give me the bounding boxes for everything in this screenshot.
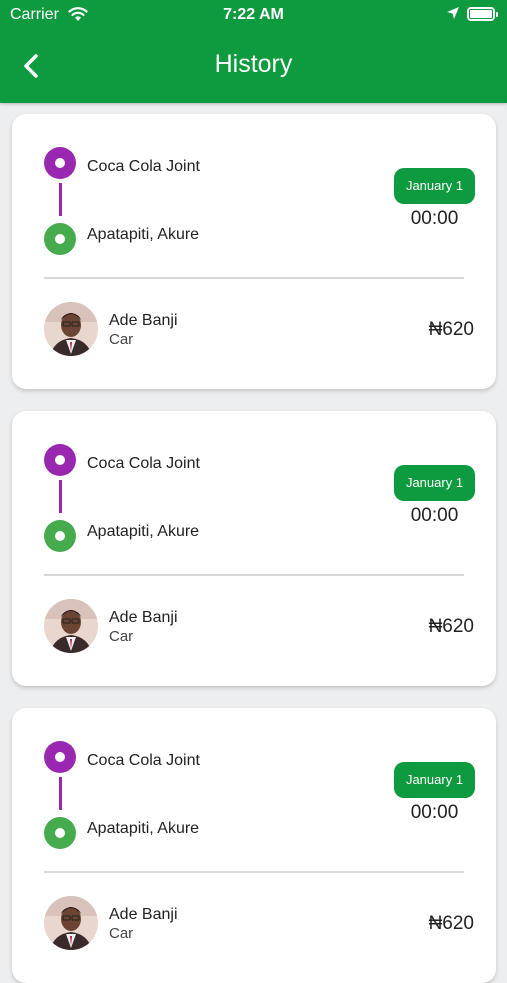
avatar bbox=[44, 896, 98, 950]
avatar bbox=[44, 302, 98, 356]
trip-price: ₦620 bbox=[428, 913, 474, 934]
dropoff-location: Apatapiti, Akure bbox=[87, 820, 200, 837]
date-badge: January 1 bbox=[394, 465, 475, 501]
route-line bbox=[59, 183, 62, 216]
dropoff-marker-icon bbox=[44, 817, 76, 849]
trip-time: 00:00 bbox=[410, 802, 459, 823]
pickup-marker-icon bbox=[44, 444, 76, 476]
avatar bbox=[44, 599, 98, 653]
history-card[interactable]: Coca Cola Joint Apatapiti, Akure January… bbox=[12, 411, 496, 686]
trip-time: 00:00 bbox=[410, 505, 459, 526]
date-badge: January 1 bbox=[394, 762, 475, 798]
pickup-location: Coca Cola Joint bbox=[87, 455, 200, 472]
route-line bbox=[59, 777, 62, 810]
pickup-location: Coca Cola Joint bbox=[87, 752, 200, 769]
date-badge: January 1 bbox=[394, 168, 475, 204]
history-card[interactable]: Coca Cola Joint Apatapiti, Akure January… bbox=[12, 114, 496, 389]
trip-time: 00:00 bbox=[410, 208, 459, 229]
trip-price: ₦620 bbox=[428, 319, 474, 340]
driver-name: Ade Banji bbox=[109, 609, 178, 626]
divider bbox=[44, 277, 464, 279]
battery-icon bbox=[467, 7, 498, 21]
divider bbox=[44, 574, 464, 576]
dropoff-marker-icon bbox=[44, 520, 76, 552]
vehicle-type: Car bbox=[109, 925, 134, 942]
pickup-marker-icon bbox=[44, 741, 76, 773]
route-line bbox=[59, 480, 62, 513]
driver-name: Ade Banji bbox=[109, 312, 178, 329]
driver-name: Ade Banji bbox=[109, 906, 178, 923]
status-time: 7:22 AM bbox=[223, 6, 284, 23]
pickup-marker-icon bbox=[44, 147, 76, 179]
history-card[interactable]: Coca Cola Joint Apatapiti, Akure January… bbox=[12, 708, 496, 983]
dropoff-location: Apatapiti, Akure bbox=[87, 523, 200, 540]
app-bar: Carrier 7:22 AM History bbox=[0, 0, 507, 103]
status-bar: Carrier 7:22 AM bbox=[0, 0, 507, 30]
vehicle-type: Car bbox=[109, 331, 134, 348]
page-title: History bbox=[214, 50, 293, 78]
location-arrow-icon bbox=[446, 6, 460, 25]
pickup-location: Coca Cola Joint bbox=[87, 158, 200, 175]
divider bbox=[44, 871, 464, 873]
vehicle-type: Car bbox=[109, 628, 134, 645]
dropoff-marker-icon bbox=[44, 223, 76, 255]
trip-price: ₦620 bbox=[428, 616, 474, 637]
dropoff-location: Apatapiti, Akure bbox=[87, 226, 200, 243]
